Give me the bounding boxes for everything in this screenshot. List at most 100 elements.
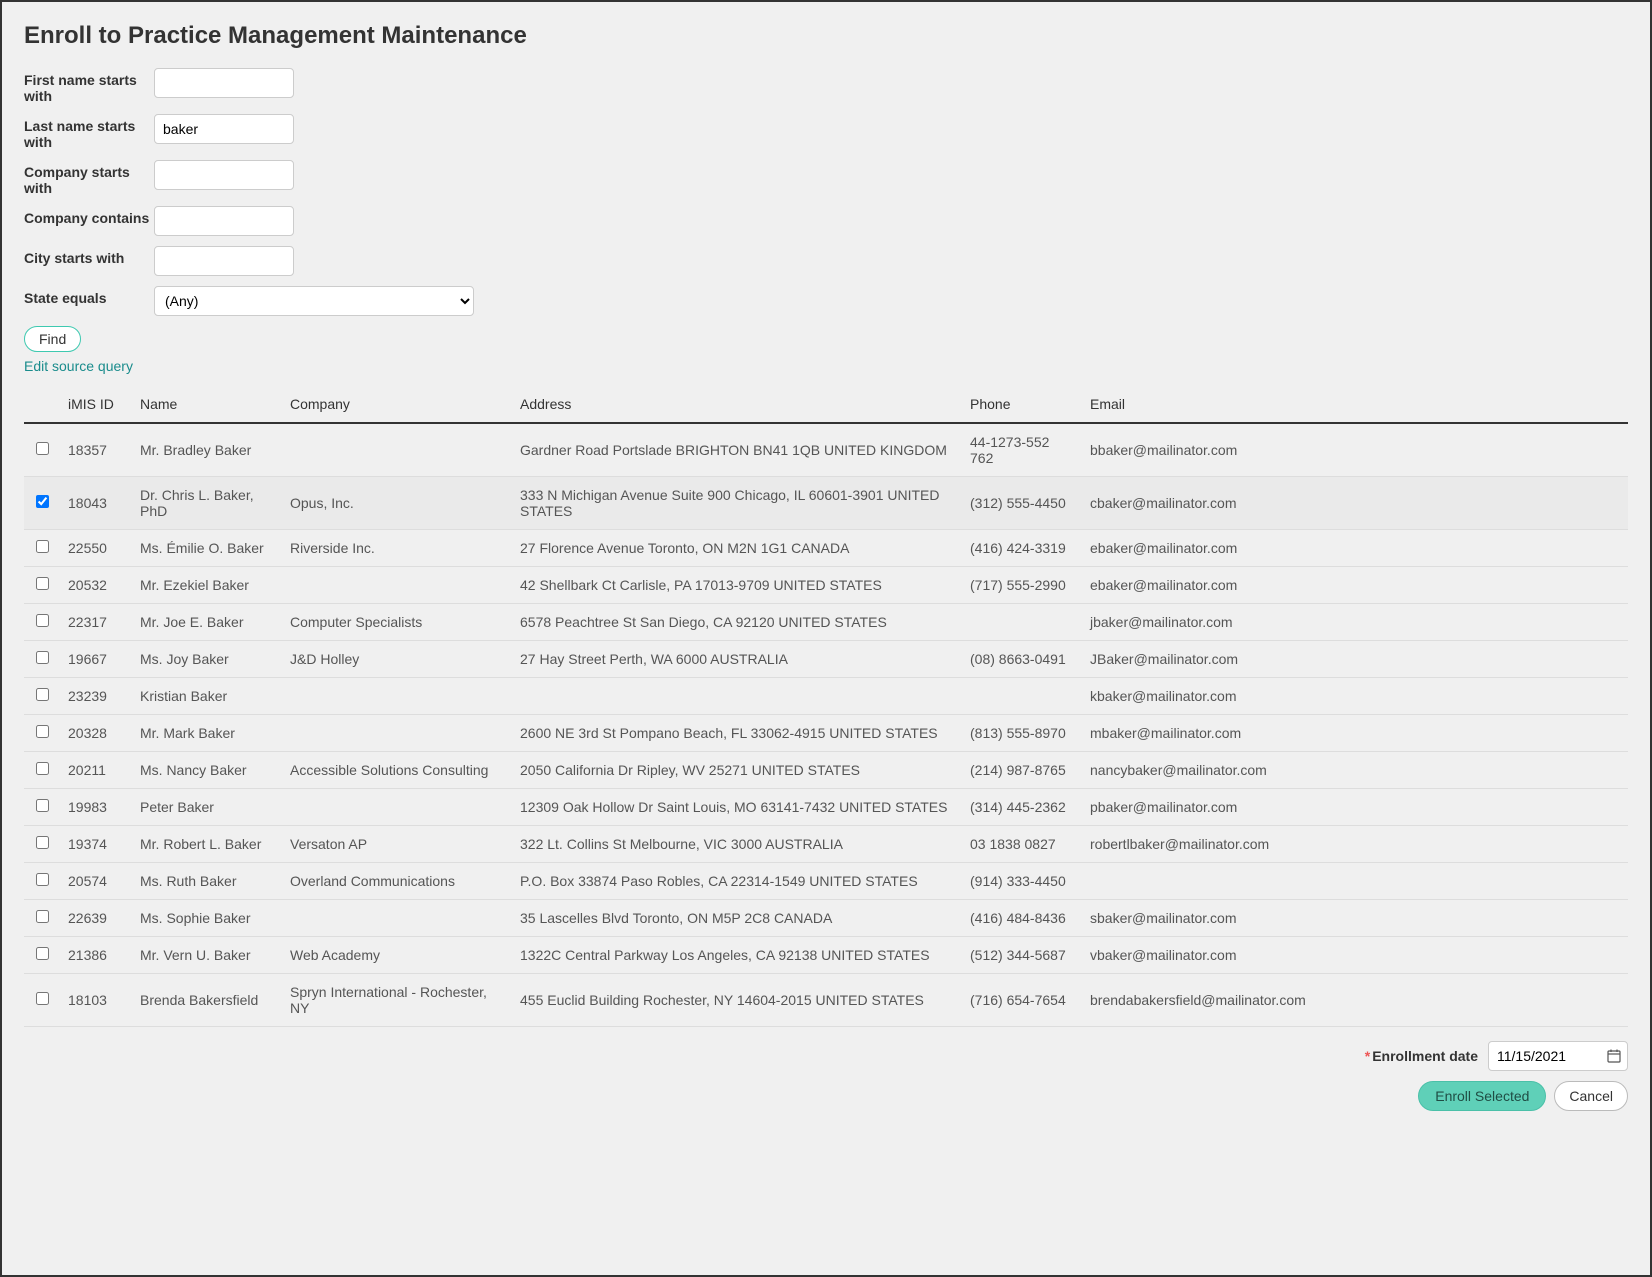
find-button[interactable]: Find bbox=[24, 326, 81, 352]
row-checkbox[interactable] bbox=[36, 873, 49, 886]
col-header-id[interactable]: iMIS ID bbox=[60, 386, 132, 423]
table-row[interactable]: 20532Mr. Ezekiel Baker42 Shellbark Ct Ca… bbox=[24, 567, 1628, 604]
cell-id: 18043 bbox=[60, 477, 132, 530]
cell-company: Web Academy bbox=[282, 937, 512, 974]
company-starts-input[interactable] bbox=[154, 160, 294, 190]
cell-id: 20328 bbox=[60, 715, 132, 752]
table-row[interactable]: 18103Brenda BakersfieldSpryn Internation… bbox=[24, 974, 1628, 1027]
table-row[interactable]: 19983Peter Baker12309 Oak Hollow Dr Sain… bbox=[24, 789, 1628, 826]
cell-id: 20532 bbox=[60, 567, 132, 604]
col-header-checkbox bbox=[24, 386, 60, 423]
cell-address: 2050 California Dr Ripley, WV 25271 UNIT… bbox=[512, 752, 962, 789]
cell-email: vbaker@mailinator.com bbox=[1082, 937, 1628, 974]
enroll-selected-button[interactable]: Enroll Selected bbox=[1418, 1081, 1546, 1111]
cell-phone: (512) 344-5687 bbox=[962, 937, 1082, 974]
cell-phone: 44-1273-552 762 bbox=[962, 423, 1082, 477]
table-row[interactable]: 21386Mr. Vern U. BakerWeb Academy1322C C… bbox=[24, 937, 1628, 974]
state-label: State equals bbox=[24, 286, 154, 306]
col-header-address[interactable]: Address bbox=[512, 386, 962, 423]
cell-address: 12309 Oak Hollow Dr Saint Louis, MO 6314… bbox=[512, 789, 962, 826]
cancel-button[interactable]: Cancel bbox=[1554, 1081, 1628, 1111]
last-name-label: Last name starts with bbox=[24, 114, 154, 150]
cell-company bbox=[282, 567, 512, 604]
cell-email bbox=[1082, 863, 1628, 900]
row-checkbox[interactable] bbox=[36, 762, 49, 775]
cell-id: 19983 bbox=[60, 789, 132, 826]
cell-phone: (813) 555-8970 bbox=[962, 715, 1082, 752]
cell-id: 19374 bbox=[60, 826, 132, 863]
table-row[interactable]: 19667Ms. Joy BakerJ&D Holley27 Hay Stree… bbox=[24, 641, 1628, 678]
row-checkbox[interactable] bbox=[36, 495, 49, 508]
last-name-input[interactable] bbox=[154, 114, 294, 144]
cell-company bbox=[282, 715, 512, 752]
cell-address bbox=[512, 678, 962, 715]
company-contains-input[interactable] bbox=[154, 206, 294, 236]
cell-address: P.O. Box 33874 Paso Robles, CA 22314-154… bbox=[512, 863, 962, 900]
table-row[interactable]: 20574Ms. Ruth BakerOverland Communicatio… bbox=[24, 863, 1628, 900]
table-row[interactable]: 23239Kristian Bakerkbaker@mailinator.com bbox=[24, 678, 1628, 715]
cell-company bbox=[282, 678, 512, 715]
calendar-icon[interactable] bbox=[1606, 1048, 1622, 1064]
cell-id: 19667 bbox=[60, 641, 132, 678]
cell-email: cbaker@mailinator.com bbox=[1082, 477, 1628, 530]
state-select[interactable]: (Any) bbox=[154, 286, 474, 316]
cell-company bbox=[282, 423, 512, 477]
cell-phone: (312) 555-4450 bbox=[962, 477, 1082, 530]
cell-company bbox=[282, 789, 512, 826]
cell-company: Opus, Inc. bbox=[282, 477, 512, 530]
cell-email: mbaker@mailinator.com bbox=[1082, 715, 1628, 752]
table-row[interactable]: 18043Dr. Chris L. Baker, PhDOpus, Inc.33… bbox=[24, 477, 1628, 530]
col-header-company[interactable]: Company bbox=[282, 386, 512, 423]
edit-source-query-link[interactable]: Edit source query bbox=[24, 358, 1628, 374]
table-row[interactable]: 22550Ms. Émilie O. BakerRiverside Inc.27… bbox=[24, 530, 1628, 567]
results-table: iMIS ID Name Company Address Phone Email… bbox=[24, 386, 1628, 1027]
first-name-label: First name starts with bbox=[24, 68, 154, 104]
row-checkbox[interactable] bbox=[36, 910, 49, 923]
cell-name: Mr. Mark Baker bbox=[132, 715, 282, 752]
footer: *Enrollment date Enroll Selected Cancel bbox=[24, 1041, 1628, 1111]
cell-address: 1322C Central Parkway Los Angeles, CA 92… bbox=[512, 937, 962, 974]
cell-phone: (716) 654-7654 bbox=[962, 974, 1082, 1027]
row-checkbox[interactable] bbox=[36, 688, 49, 701]
table-row[interactable]: 22639Ms. Sophie Baker35 Lascelles Blvd T… bbox=[24, 900, 1628, 937]
table-row[interactable]: 22317Mr. Joe E. BakerComputer Specialist… bbox=[24, 604, 1628, 641]
cell-name: Kristian Baker bbox=[132, 678, 282, 715]
table-row[interactable]: 20211Ms. Nancy BakerAccessible Solutions… bbox=[24, 752, 1628, 789]
row-checkbox[interactable] bbox=[36, 540, 49, 553]
city-input[interactable] bbox=[154, 246, 294, 276]
col-header-phone[interactable]: Phone bbox=[962, 386, 1082, 423]
first-name-input[interactable] bbox=[154, 68, 294, 98]
cell-email: pbaker@mailinator.com bbox=[1082, 789, 1628, 826]
cell-phone bbox=[962, 678, 1082, 715]
company-starts-label: Company starts with bbox=[24, 160, 154, 196]
cell-id: 22550 bbox=[60, 530, 132, 567]
cell-email: jbaker@mailinator.com bbox=[1082, 604, 1628, 641]
company-contains-label: Company contains bbox=[24, 206, 154, 226]
cell-company: Versaton AP bbox=[282, 826, 512, 863]
row-checkbox[interactable] bbox=[36, 614, 49, 627]
row-checkbox[interactable] bbox=[36, 651, 49, 664]
cell-address: 27 Hay Street Perth, WA 6000 AUSTRALIA bbox=[512, 641, 962, 678]
cell-id: 18357 bbox=[60, 423, 132, 477]
row-checkbox[interactable] bbox=[36, 725, 49, 738]
cell-email: kbaker@mailinator.com bbox=[1082, 678, 1628, 715]
table-row[interactable]: 19374Mr. Robert L. BakerVersaton AP322 L… bbox=[24, 826, 1628, 863]
cell-email: JBaker@mailinator.com bbox=[1082, 641, 1628, 678]
col-header-email[interactable]: Email bbox=[1082, 386, 1628, 423]
row-checkbox[interactable] bbox=[36, 947, 49, 960]
col-header-name[interactable]: Name bbox=[132, 386, 282, 423]
cell-id: 21386 bbox=[60, 937, 132, 974]
cell-phone: (314) 445-2362 bbox=[962, 789, 1082, 826]
row-checkbox[interactable] bbox=[36, 836, 49, 849]
cell-email: ebaker@mailinator.com bbox=[1082, 567, 1628, 604]
row-checkbox[interactable] bbox=[36, 992, 49, 1005]
row-checkbox[interactable] bbox=[36, 799, 49, 812]
cell-name: Mr. Vern U. Baker bbox=[132, 937, 282, 974]
search-form: First name starts with Last name starts … bbox=[24, 68, 1628, 374]
row-checkbox[interactable] bbox=[36, 577, 49, 590]
cell-name: Ms. Joy Baker bbox=[132, 641, 282, 678]
cell-address: 35 Lascelles Blvd Toronto, ON M5P 2C8 CA… bbox=[512, 900, 962, 937]
table-row[interactable]: 18357Mr. Bradley BakerGardner Road Ports… bbox=[24, 423, 1628, 477]
table-row[interactable]: 20328Mr. Mark Baker2600 NE 3rd St Pompan… bbox=[24, 715, 1628, 752]
row-checkbox[interactable] bbox=[36, 442, 49, 455]
